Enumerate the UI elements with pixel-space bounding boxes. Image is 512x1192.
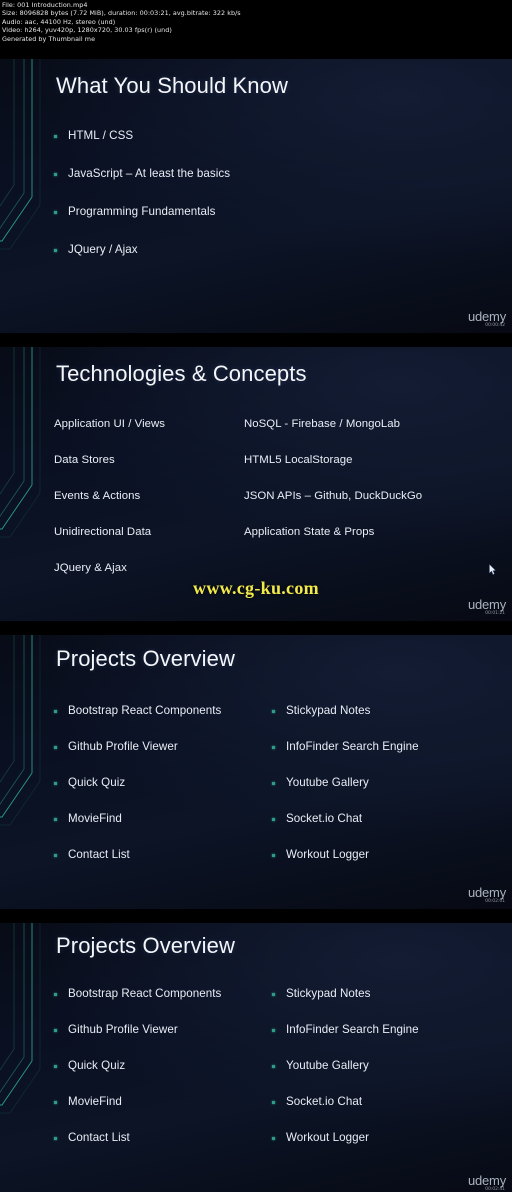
- list-item: HTML5 LocalStorage: [244, 454, 353, 466]
- slide-2-left-column: Application UI / Views Data Stores Event…: [54, 418, 165, 598]
- udemy-brand-label: udemy: [467, 597, 506, 613]
- list-item: HTML / CSS: [54, 129, 230, 142]
- list-item: Quick Quiz: [54, 1059, 221, 1072]
- slide-3-left-column: Bootstrap React Components Github Profil…: [54, 704, 221, 884]
- slide-3-title: Projects Overview: [56, 646, 235, 671]
- thumbnail-contact-sheet: File: 001 Introduction.mp4 Size: 8096828…: [0, 0, 512, 1192]
- metadata-video-line: Video: h264, yuv420p, 1280x720, 30.03 fp…: [2, 26, 172, 35]
- udemy-brand-label: udemy: [467, 885, 506, 901]
- list-item: Youtube Gallery: [272, 776, 419, 789]
- slide-timestamp: 00:02:41: [485, 1187, 505, 1192]
- list-item: Stickypad Notes: [272, 704, 419, 717]
- slide-1-content: What You Should Know HTML / CSS JavaScri…: [0, 45, 512, 333]
- list-item: Application UI / Views: [54, 418, 166, 430]
- slide-1-bullet-list: HTML / CSS JavaScript – At least the bas…: [54, 129, 230, 281]
- list-item: JQuery / Ajax: [54, 243, 230, 256]
- udemy-brand-label: udemy: [467, 309, 506, 325]
- list-item: Socket.io Chat: [272, 1095, 419, 1108]
- list-item: MovieFind: [54, 812, 221, 825]
- udemy-watermark: udemy 00:02:41: [468, 1174, 506, 1192]
- list-item: Bootstrap React Components: [54, 704, 221, 717]
- slide-timestamp: 00:01:21: [485, 611, 505, 617]
- slide-4-title: Projects Overview: [56, 933, 235, 958]
- udemy-brand-label: udemy: [467, 1173, 506, 1189]
- slide-2-right-column: NoSQL - Firebase / MongoLab HTML5 LocalS…: [244, 418, 422, 562]
- list-item: Youtube Gallery: [272, 1059, 419, 1072]
- slide-timestamp: 00:02:01: [485, 899, 505, 905]
- list-item: InfoFinder Search Engine: [272, 1023, 419, 1036]
- list-item: Contact List: [54, 1131, 221, 1144]
- list-item: Quick Quiz: [54, 776, 221, 789]
- udemy-watermark: udemy 00:02:01: [468, 886, 506, 905]
- list-item: Socket.io Chat: [272, 812, 419, 825]
- list-item: InfoFinder Search Engine: [272, 740, 419, 753]
- udemy-watermark: udemy 00:01:21: [468, 598, 506, 617]
- list-item: Unidirectional Data: [54, 526, 152, 538]
- list-item: Events & Actions: [54, 490, 141, 502]
- list-item: Data Stores: [54, 454, 115, 466]
- list-item: Workout Logger: [272, 848, 419, 861]
- list-item: Workout Logger: [272, 1131, 419, 1144]
- slide-3-content: Projects Overview Bootstrap React Compon…: [0, 621, 512, 909]
- metadata-audio-line: Audio: aac, 44100 Hz, stereo (und): [2, 17, 116, 26]
- list-item: MovieFind: [54, 1095, 221, 1108]
- metadata-size-line: Size: 8096828 bytes (7.72 MiB), duration…: [2, 9, 241, 18]
- slide-4-left-column: Bootstrap React Components Github Profil…: [54, 987, 221, 1167]
- slide-thumbnail-1[interactable]: What You Should Know HTML / CSS JavaScri…: [0, 45, 512, 333]
- slide-2-title: Technologies & Concepts: [56, 361, 307, 386]
- udemy-watermark: udemy 00:00:42: [468, 310, 506, 329]
- metadata-file-line: File: 001 Introduction.mp4: [2, 1, 88, 9]
- video-metadata-header: File: 001 Introduction.mp4 Size: 8096828…: [0, 0, 512, 45]
- slide-3-right-column: Stickypad Notes InfoFinder Search Engine…: [272, 704, 419, 884]
- slide-thumbnail-2[interactable]: Technologies & Concepts Application UI /…: [0, 333, 512, 621]
- slide-timestamp: 00:00:42: [485, 323, 505, 329]
- list-item: Github Profile Viewer: [54, 1023, 221, 1036]
- list-item: Application State & Props: [244, 526, 375, 538]
- slide-4-content: Projects Overview Bootstrap React Compon…: [0, 909, 512, 1192]
- list-item: Stickypad Notes: [272, 987, 419, 1000]
- list-item: NoSQL - Firebase / MongoLab: [244, 418, 401, 430]
- list-item: Github Profile Viewer: [54, 740, 221, 753]
- metadata-generator-line: Generated by Thumbnail me: [2, 34, 96, 43]
- list-item: JSON APIs – Github, DuckDuckGo: [244, 490, 423, 502]
- slide-thumbnail-4[interactable]: Projects Overview Bootstrap React Compon…: [0, 909, 512, 1192]
- list-item: JQuery & Ajax: [54, 562, 127, 574]
- list-item: JavaScript – At least the basics: [54, 167, 230, 180]
- slide-thumbnail-3[interactable]: Projects Overview Bootstrap React Compon…: [0, 621, 512, 909]
- slide-4-right-column: Stickypad Notes InfoFinder Search Engine…: [272, 987, 419, 1167]
- slide-1-title: What You Should Know: [56, 73, 288, 98]
- site-url-watermark: www.cg-ku.com: [193, 578, 319, 598]
- list-item: Programming Fundamentals: [54, 205, 230, 218]
- list-item: Bootstrap React Components: [54, 987, 221, 1000]
- list-item: Contact List: [54, 848, 221, 861]
